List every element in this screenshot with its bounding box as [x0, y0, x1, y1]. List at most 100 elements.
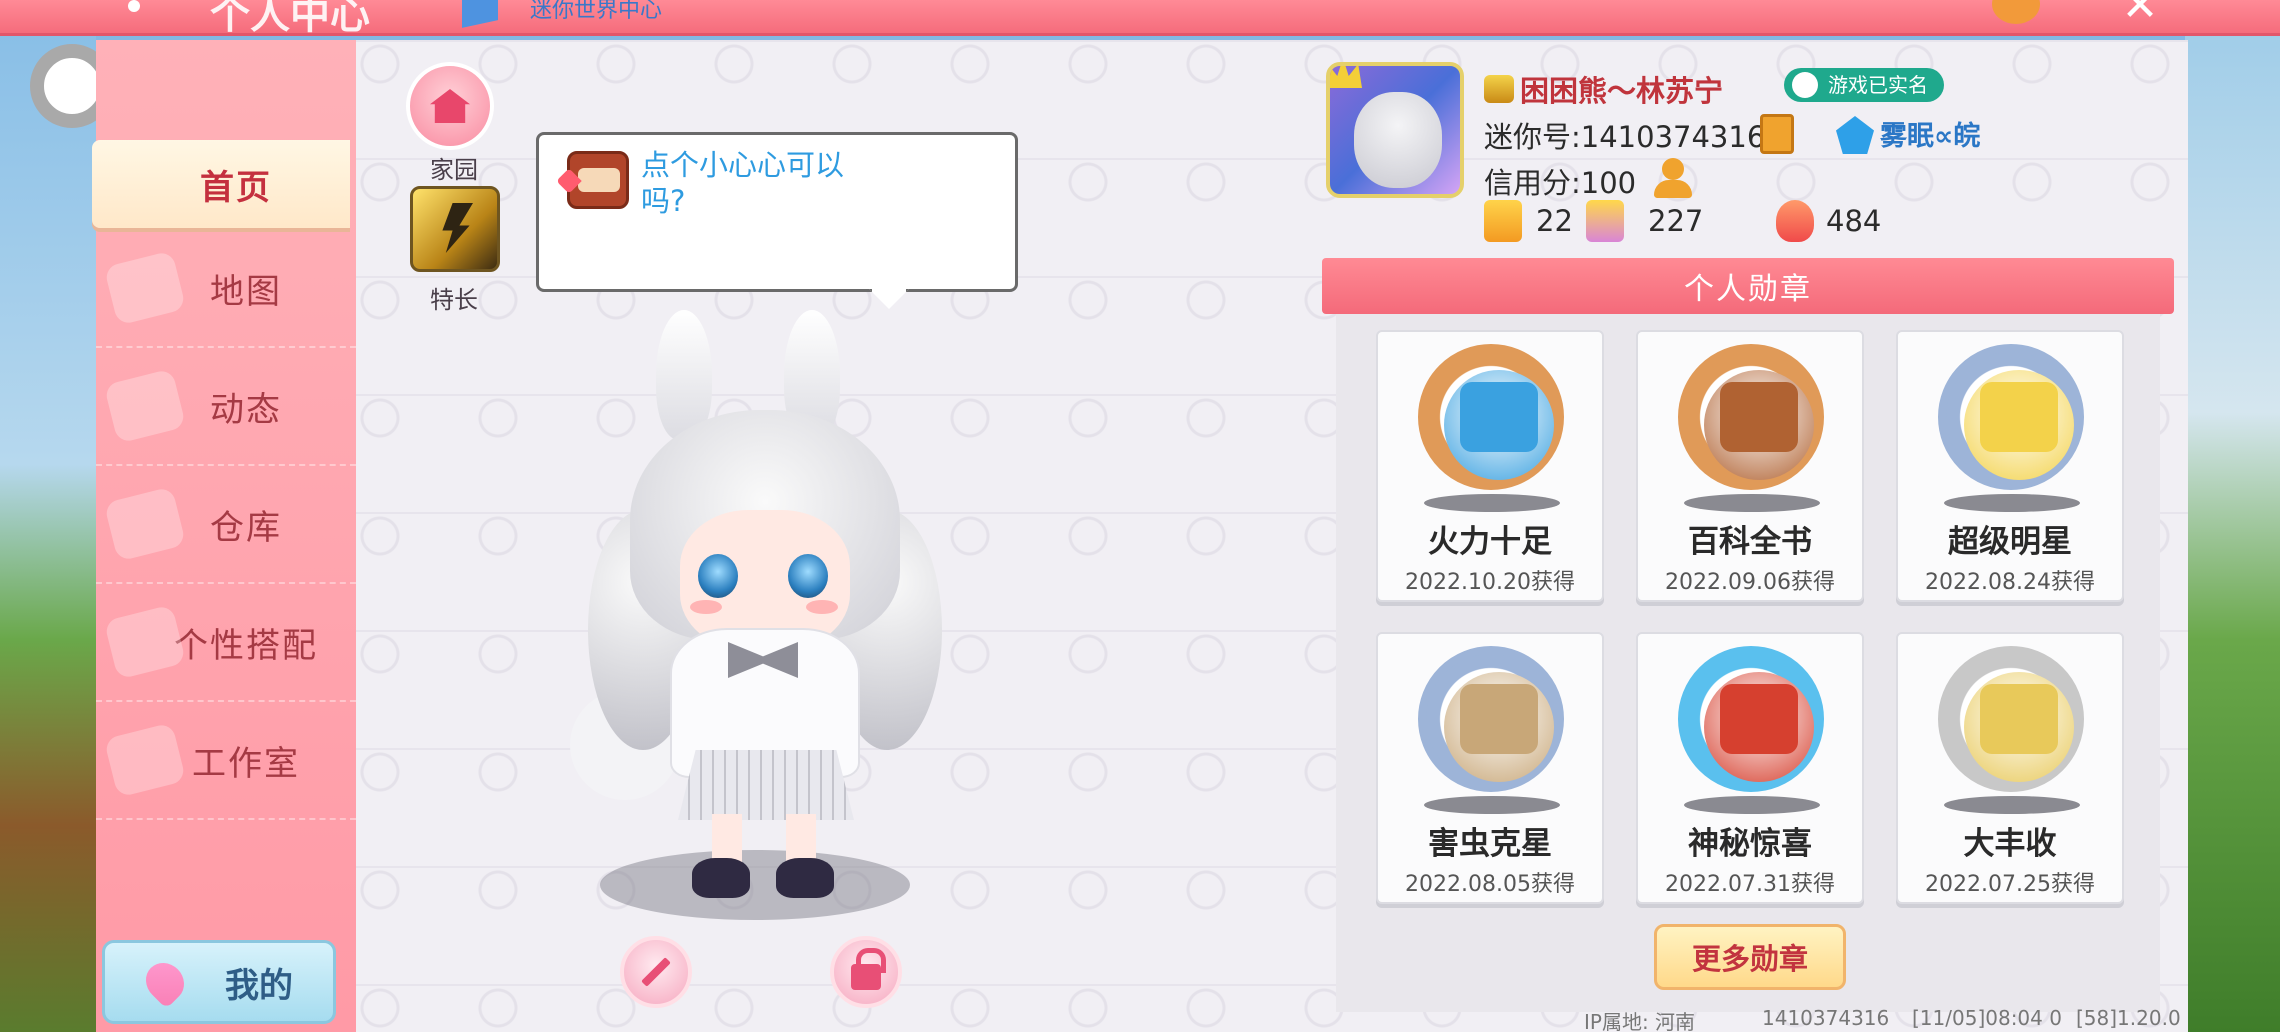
badge-name: 神秘惊喜	[1688, 826, 1812, 862]
sidebar-item-outfit[interactable]: 个性搭配	[96, 584, 356, 702]
badge-name: 害虫克星	[1428, 826, 1552, 862]
map-icon	[103, 250, 187, 326]
top-bar: 个人中心 迷你世界中心 ✕	[0, 0, 2280, 38]
badge-card[interactable]: 百科全书 2022.09.06获得	[1636, 330, 1864, 602]
page-title: 个人中心	[210, 0, 370, 38]
stat-count: 484	[1826, 204, 1882, 238]
skill-button[interactable]	[410, 186, 500, 272]
sidebar-item-label: 仓库	[210, 507, 282, 548]
sidebar-item-label: 地图	[210, 271, 282, 312]
mini-id: 迷你号:1410374316	[1484, 120, 1766, 154]
sidebar-item-home[interactable]: 首页	[92, 140, 350, 228]
profile-avatar-face	[1354, 92, 1442, 188]
avatar-shoe-left	[692, 858, 750, 898]
badge-card[interactable]: 神秘惊喜 2022.07.31获得	[1636, 632, 1864, 904]
sidebar-item-label: 首页	[200, 167, 272, 208]
badge-medal-shadow	[1684, 494, 1820, 512]
badge-medal-art	[1720, 382, 1798, 452]
pencil-icon	[641, 957, 671, 987]
copy-icon[interactable]	[1760, 114, 1794, 154]
badge-card[interactable]: 超级明星 2022.08.24获得	[1896, 330, 2124, 602]
homeland-button[interactable]	[406, 62, 494, 150]
sidebar-item-studio[interactable]: 工作室	[96, 702, 356, 820]
settings-icon[interactable]	[1992, 0, 2040, 24]
house-icon	[430, 89, 470, 123]
avatar-shoe-right	[776, 858, 834, 898]
verified-badge: 游戏已实名	[1784, 68, 1944, 102]
avatar-eye-right	[788, 554, 828, 598]
badge-medal-art	[1980, 684, 2058, 754]
badge-medal-icon	[1938, 344, 2084, 490]
credit-score: 信用分:100	[1484, 166, 1637, 200]
avatar-blush-left	[690, 600, 722, 614]
badge-date: 2022.09.06获得	[1665, 570, 1835, 595]
heart-icon	[138, 955, 192, 1009]
crown-icon	[1330, 66, 1362, 88]
badge-date: 2022.07.31获得	[1665, 872, 1835, 897]
edit-button[interactable]	[620, 936, 692, 1008]
sidebar: 首页 地图 动态 仓库 个性搭配 工作室 我的	[92, 40, 356, 1032]
badge-medal-shadow	[1424, 494, 1560, 512]
badge-medal-icon	[1678, 344, 1824, 490]
badge-card[interactable]: 害虫克星 2022.08.05获得	[1376, 632, 1604, 904]
flame-icon	[1776, 200, 1814, 242]
sidebar-item-storage[interactable]: 仓库	[96, 466, 356, 584]
badge-date: 2022.10.20获得	[1405, 570, 1575, 595]
badge-medal-icon	[1418, 646, 1564, 792]
ip-location: IP属地: 河南	[1584, 1010, 1696, 1032]
avatar-skirt	[678, 750, 854, 820]
team-name[interactable]: 雾眠∝皖	[1880, 114, 1980, 153]
footer-time: [11/05]08:04 0	[1912, 1006, 2062, 1030]
vip-icon	[1484, 75, 1514, 103]
blush-emoji-icon	[567, 151, 629, 209]
badge-medal-shadow	[1424, 796, 1560, 814]
speech-bubble: 点个小心心可以吗?	[536, 132, 1018, 292]
avatar-eye-left	[698, 554, 738, 598]
badge-medal-art	[1460, 684, 1538, 754]
avatar-leg-left	[712, 814, 742, 864]
badge-medal-icon	[1418, 344, 1564, 490]
badge-date: 2022.08.24获得	[1925, 570, 2095, 595]
speech-bubble-text: 点个小心心可以吗?	[641, 148, 845, 218]
badge-panel-header: 个人勋章	[1322, 258, 2174, 314]
cube-icon	[462, 0, 498, 28]
badge-medal-art	[1980, 382, 2058, 452]
lock-button[interactable]	[830, 936, 902, 1008]
badge-date: 2022.08.05获得	[1405, 872, 1575, 897]
game-background-left	[0, 0, 96, 1032]
avatar-blush-right	[806, 600, 838, 614]
badge-name: 超级明星	[1948, 524, 2072, 560]
profile-avatar[interactable]	[1326, 62, 1464, 198]
sidebar-item-feed[interactable]: 动态	[96, 348, 356, 466]
footer-version: [58]1.20.0	[2076, 1006, 2181, 1030]
stat-count: 227	[1648, 204, 1704, 238]
menu-dot-icon	[128, 0, 140, 12]
credit-person-icon[interactable]	[1652, 158, 1694, 198]
player-avatar[interactable]	[560, 310, 960, 930]
plus-bookmark-icon	[1484, 200, 1522, 242]
cheer-icon	[1586, 200, 1624, 242]
badge-date: 2022.07.25获得	[1925, 872, 2095, 897]
badge-medal-art	[1720, 684, 1798, 754]
sidebar-item-map[interactable]: 地图	[96, 230, 356, 348]
more-badges-button[interactable]: 更多勋章	[1654, 924, 1846, 990]
homeland-label: 家园	[430, 156, 478, 184]
badge-name: 火力十足	[1428, 524, 1552, 560]
stat-count: 22	[1536, 204, 1573, 238]
footer-uid: 1410374316	[1762, 1006, 1890, 1030]
top-tab-label[interactable]: 迷你世界中心	[530, 0, 662, 24]
avatar-shadow	[600, 850, 910, 920]
badge-card[interactable]: 大丰收 2022.07.25获得	[1896, 632, 2124, 904]
close-icon[interactable]: ✕	[2120, 0, 2160, 28]
badge-card[interactable]: 火力十足 2022.10.20获得	[1376, 330, 1604, 602]
badge-medal-art	[1460, 382, 1538, 452]
sidebar-item-label: 动态	[210, 389, 282, 430]
game-background-right	[2185, 0, 2280, 1032]
mine-button[interactable]: 我的	[102, 940, 336, 1024]
badge-medal-shadow	[1944, 494, 2080, 512]
badge-name: 大丰收	[1963, 826, 2057, 862]
avatar-leg-right	[786, 814, 816, 864]
badge-name: 百科全书	[1688, 524, 1812, 560]
badge-panel-title: 个人勋章	[1684, 272, 1812, 307]
username: 困困熊～林苏宁	[1520, 74, 1724, 108]
